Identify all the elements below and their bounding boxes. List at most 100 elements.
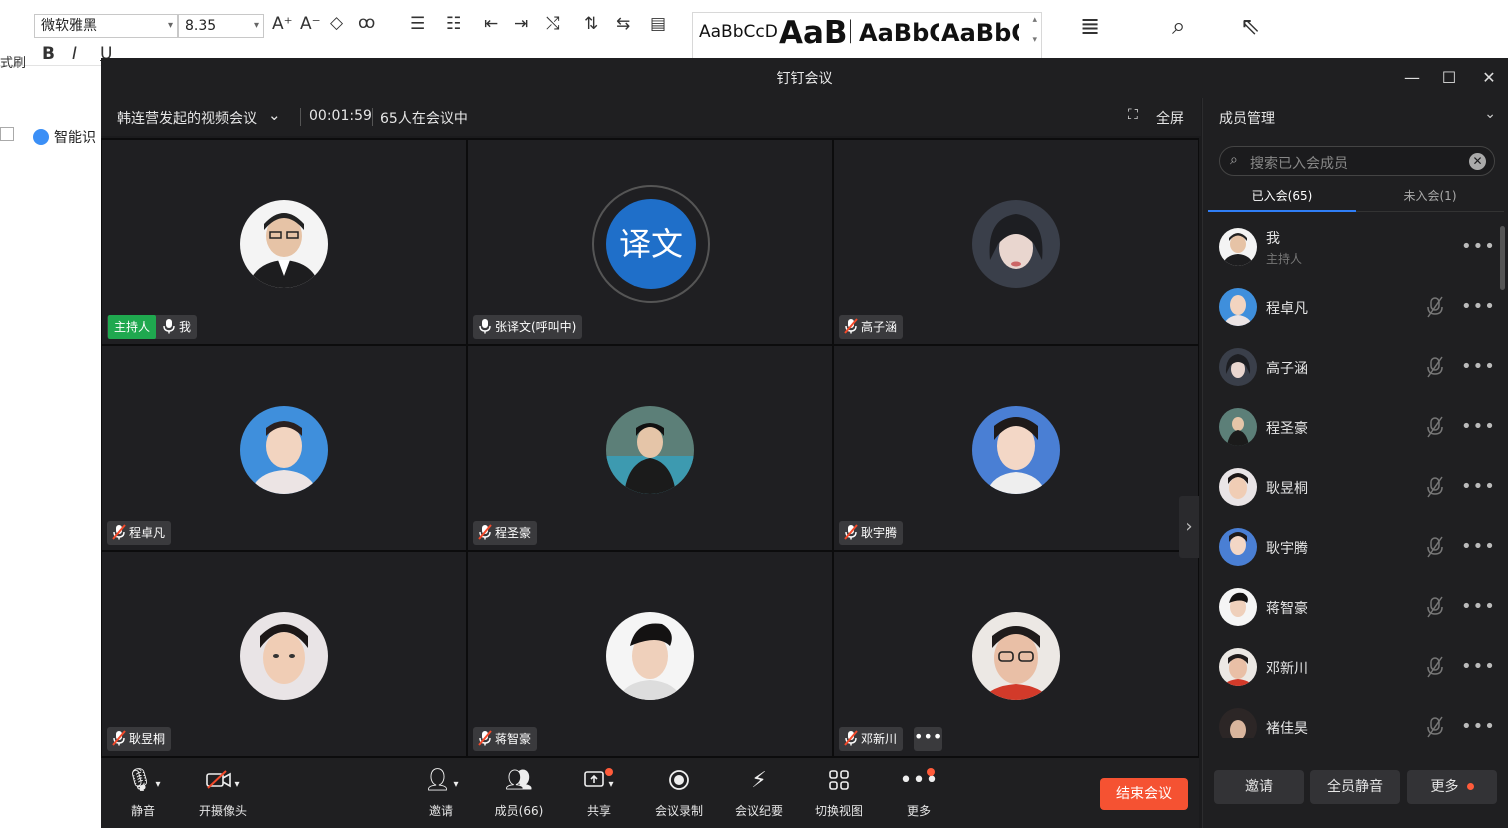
member-more-icon[interactable]: ••• [1461, 716, 1496, 737]
italic-icon[interactable]: I [72, 44, 77, 64]
font-name-box[interactable]: 微软雅黑 ▾ [34, 14, 178, 38]
clear-icon[interactable]: ✕ [1469, 153, 1486, 170]
member-more-icon[interactable]: ••• [1461, 236, 1496, 257]
scroll-up-icon[interactable]: ▴ [1032, 15, 1037, 25]
list-item[interactable]: 耿宇腾 ••• [1203, 518, 1503, 578]
list-item[interactable]: 高子涵 ••• [1203, 338, 1503, 398]
list-item[interactable]: 我 主持人 ••• [1203, 218, 1503, 278]
list-item[interactable]: 程卓凡 ••• [1203, 278, 1503, 338]
chevron-down-icon[interactable]: ⌄ [268, 106, 281, 124]
switch-view-button[interactable]: 切换视图 [799, 766, 879, 819]
bullet-list-icon[interactable]: ☰ [410, 14, 425, 34]
member-more-icon[interactable]: ••• [1461, 416, 1496, 437]
mic-muted-icon[interactable] [1425, 656, 1445, 678]
more-button[interactable]: ••• 更多 [879, 766, 959, 819]
panel-footer: 邀请 全员静音 更多 [1203, 770, 1508, 828]
list-item[interactable]: 耿昱桐 ••• [1203, 458, 1503, 518]
avatar [1219, 348, 1257, 386]
outdent-icon[interactable]: ⇤ [484, 14, 498, 34]
mute-button[interactable]: 🎙︎ ▾ 静音 [103, 766, 183, 819]
phonetic-icon[interactable]: ꝏ [358, 13, 375, 33]
camera-button[interactable]: ▾ 开摄像头 [183, 766, 263, 819]
shrink-font-icon[interactable]: A⁻ [300, 14, 321, 34]
style-preview: AaBbC [859, 19, 939, 47]
style-heading-3[interactable]: AaBbC [941, 19, 1019, 59]
sort-icon[interactable]: ⇅ [584, 14, 598, 34]
record-button[interactable]: 会议录制 [639, 766, 719, 819]
scrollbar[interactable] [1500, 226, 1505, 290]
next-page-arrow[interactable]: › [1179, 496, 1199, 558]
video-tile[interactable]: 程卓凡 [102, 346, 466, 550]
video-tile[interactable]: 高子涵 [834, 140, 1198, 344]
style-normal[interactable]: AaBbCcDc [699, 22, 777, 62]
list-item[interactable]: 褚佳昊 ••• [1203, 698, 1503, 738]
mic-muted-icon [844, 524, 858, 540]
mic-muted-icon[interactable] [1425, 296, 1445, 318]
mic-muted-icon[interactable] [1425, 416, 1445, 438]
style-heading-2[interactable]: AaBbC [859, 19, 939, 59]
mic-muted-icon[interactable] [1425, 596, 1445, 618]
text-layout-icon[interactable]: ≣ [1080, 12, 1100, 40]
invite-button[interactable]: 👤︎ ▾ 邀请 [401, 766, 481, 819]
ruler-icon[interactable]: ▤ [650, 14, 666, 34]
bold-icon[interactable]: B [42, 44, 55, 64]
maximize-icon[interactable]: ☐ [1437, 68, 1461, 88]
mic-muted-icon[interactable] [1425, 356, 1445, 378]
numbered-list-icon[interactable]: ☷ [446, 14, 461, 34]
tile-more-button[interactable]: ••• [914, 727, 942, 751]
minutes-button[interactable]: ⚡︎ 会议纪要 [719, 766, 799, 819]
fullscreen-icon[interactable]: ⛶ [1128, 107, 1138, 123]
member-more-icon[interactable]: ••• [1461, 296, 1496, 317]
style-preview: AaBl [779, 15, 851, 51]
grow-font-icon[interactable]: A⁺ [272, 14, 293, 34]
panel-more-button[interactable]: 更多 [1407, 770, 1497, 804]
list-item[interactable]: 蒋智豪 ••• [1203, 578, 1503, 638]
indent-icon[interactable]: ⇥ [514, 14, 528, 34]
video-tile[interactable]: 邓新川 ••• [834, 552, 1198, 756]
members-button[interactable]: 👥︎ 成员(66) [479, 766, 559, 819]
share-button[interactable]: ▾ 共享 [559, 766, 639, 819]
tab-joined[interactable]: 已入会(65) [1208, 184, 1356, 212]
participant-name: 耿昱桐 [129, 732, 166, 746]
find-replace-icon[interactable]: ⌕ [1172, 12, 1185, 40]
font-size-box[interactable]: 8.35 ▾ [178, 14, 264, 38]
direction-icon[interactable]: ⇆ [616, 14, 630, 34]
mic-muted-icon[interactable] [1425, 716, 1445, 738]
member-more-icon[interactable]: ••• [1461, 536, 1496, 557]
select-cursor-icon[interactable]: ⇖ [1240, 12, 1260, 40]
cross-icon[interactable]: ⤭ [546, 14, 560, 34]
video-tile[interactable]: 耿昱桐 [102, 552, 466, 756]
video-tile[interactable]: 蒋智豪 [468, 552, 832, 756]
member-more-icon[interactable]: ••• [1461, 356, 1496, 377]
member-more-icon[interactable]: ••• [1461, 476, 1496, 497]
end-meeting-button[interactable]: 结束会议 [1100, 778, 1188, 810]
meeting-name[interactable]: 韩连营发起的视频会议 [117, 108, 257, 128]
clear-format-icon[interactable]: ◇ [330, 13, 343, 33]
close-icon[interactable]: ✕ [1477, 68, 1501, 88]
video-tile[interactable]: 主持人 我 [102, 140, 466, 344]
mute-all-button[interactable]: 全员静音 [1310, 770, 1400, 804]
style-heading-1[interactable]: AaBl [779, 15, 851, 55]
member-search[interactable]: ⌕ 搜索已入会成员 ✕ [1219, 146, 1495, 176]
minimize-icon[interactable]: — [1400, 68, 1424, 88]
participant-name: 邓新川 [861, 732, 898, 746]
invite-members-button[interactable]: 邀请 [1214, 770, 1304, 804]
mute-label: 静音 [130, 804, 155, 818]
chevron-down-icon[interactable]: ⌄ [1484, 106, 1496, 122]
video-tile[interactable]: 译文 张译文(呼叫中) [468, 140, 832, 344]
list-item[interactable]: 邓新川 ••• [1203, 638, 1503, 698]
tab-not-joined[interactable]: 未入会(1) [1356, 184, 1504, 212]
fullscreen-label[interactable]: 全屏 [1156, 108, 1184, 128]
member-more-icon[interactable]: ••• [1461, 656, 1496, 677]
mic-muted-icon[interactable] [1425, 476, 1445, 498]
mic-muted-icon[interactable] [1425, 536, 1445, 558]
list-item[interactable]: 程圣豪 ••• [1203, 398, 1503, 458]
member-more-icon[interactable]: ••• [1461, 596, 1496, 617]
collapse-box[interactable] [0, 127, 14, 141]
video-tile[interactable]: 程圣豪 [468, 346, 832, 550]
smart-recognize-chip[interactable]: 智能识 [33, 127, 96, 147]
scroll-down-icon[interactable]: ▾ [1032, 35, 1037, 45]
mic-muted-icon [844, 318, 858, 334]
video-tile[interactable]: 耿宇腾 [834, 346, 1198, 550]
format-painter-label[interactable]: 式刷 [0, 52, 26, 71]
